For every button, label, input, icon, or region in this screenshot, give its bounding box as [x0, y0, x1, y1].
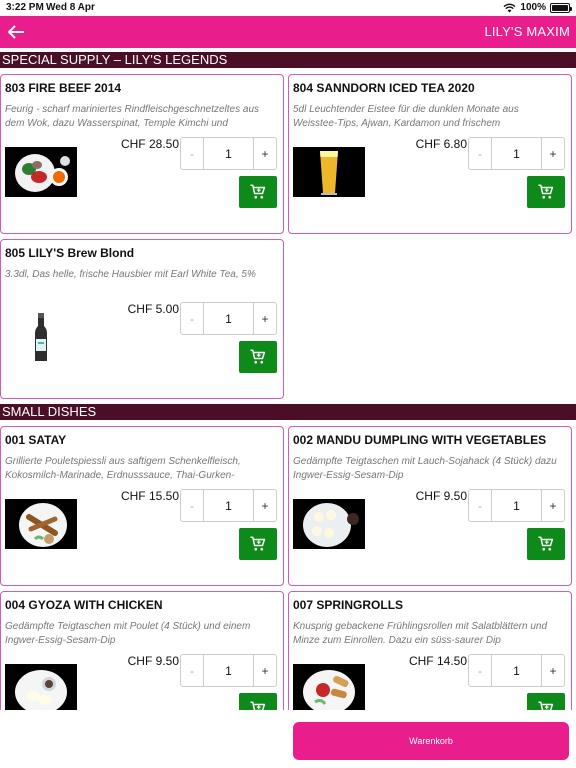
quantity-stepper: - 1 +: [180, 302, 277, 335]
status-bar: 3:22 PM Wed 8 Apr 100%: [0, 0, 576, 16]
cart-icon: [250, 536, 266, 551]
quantity-stepper: - 1 +: [468, 654, 565, 687]
quantity-field[interactable]: 1: [491, 655, 542, 686]
decrement-button[interactable]: -: [181, 303, 203, 334]
wifi-icon: [503, 3, 516, 12]
product-image-gyoza[interactable]: [5, 664, 77, 710]
product-price: CHF 9.50: [415, 489, 467, 503]
product-image-beer-bottle[interactable]: [5, 312, 77, 362]
decrement-button[interactable]: -: [469, 138, 491, 169]
quantity-stepper: - 1 +: [180, 489, 277, 522]
cart-icon: [538, 184, 554, 199]
status-right: 100%: [503, 2, 572, 13]
product-description: Gedämpfte Teigtaschen mit Poulet (4 Stüc…: [5, 621, 251, 646]
cart-icon: [250, 701, 266, 710]
quantity-stepper: - 1 +: [180, 137, 277, 170]
product-description: 3.3dl, Das helle, frische Hausbier mit E…: [5, 269, 256, 280]
decrement-button[interactable]: -: [181, 490, 203, 521]
quantity-field[interactable]: 1: [203, 303, 254, 334]
product-name: 007 SPRINGROLLS: [293, 598, 404, 612]
product-price: CHF 5.00: [127, 302, 179, 316]
quantity-field[interactable]: 1: [491, 490, 542, 521]
add-to-cart-button[interactable]: [239, 693, 277, 710]
increment-button[interactable]: +: [254, 655, 276, 686]
product-description: 5dl Leuchtender Eistee für die dunklen M…: [293, 104, 519, 129]
increment-button[interactable]: +: [542, 655, 564, 686]
product-image-satay[interactable]: [5, 499, 77, 549]
increment-button[interactable]: +: [542, 138, 564, 169]
product-price: CHF 9.50: [127, 654, 179, 668]
add-to-cart-button[interactable]: [239, 341, 277, 373]
add-to-cart-button[interactable]: [527, 528, 565, 560]
product-description: Gedämpfte Teigtaschen mit Lauch-Sojahack…: [293, 456, 557, 481]
decrement-button[interactable]: -: [181, 655, 203, 686]
battery-percent: 100%: [520, 2, 546, 13]
quantity-stepper: - 1 +: [180, 654, 277, 687]
product-image-springrolls[interactable]: [293, 664, 365, 710]
cart-icon: [538, 536, 554, 551]
basket-button[interactable]: Warenkorb: [293, 722, 569, 760]
product-card-gyoza-chicken[interactable]: 004 GYOZA WITH CHICKEN Gedämpfte Teigtas…: [0, 591, 284, 710]
add-to-cart-button[interactable]: [527, 693, 565, 710]
increment-button[interactable]: +: [254, 303, 276, 334]
increment-button[interactable]: +: [542, 490, 564, 521]
product-card-mandu-dumpling[interactable]: 002 MANDU DUMPLING WITH VEGETABLES Gedäm…: [288, 426, 572, 586]
arrow-left-icon[interactable]: [4, 20, 28, 44]
add-to-cart-button[interactable]: [527, 176, 565, 208]
quantity-stepper: - 1 +: [468, 489, 565, 522]
product-name: 803 FIRE BEEF 2014: [5, 81, 122, 95]
product-description: Grillierte Pouletspiessli aus saftigem S…: [5, 456, 241, 481]
product-price: CHF 6.80: [415, 137, 467, 151]
battery-icon: [550, 2, 572, 13]
quantity-field[interactable]: 1: [203, 490, 254, 521]
add-to-cart-button[interactable]: [239, 528, 277, 560]
cart-icon: [250, 349, 266, 364]
section-header-special: SPECIAL SUPPLY – LILY'S LEGENDS: [0, 52, 576, 68]
app-bar: LILY'S MAXIM: [0, 16, 576, 48]
product-image-mandu[interactable]: [293, 499, 365, 549]
decrement-button[interactable]: -: [469, 490, 491, 521]
increment-button[interactable]: +: [254, 138, 276, 169]
section-header-small-dishes: SMALL DISHES: [0, 404, 576, 420]
menu-list[interactable]: SPECIAL SUPPLY – LILY'S LEGENDS 803 FIRE…: [0, 52, 576, 710]
product-name: 805 LILY'S Brew Blond: [5, 246, 135, 260]
status-time: 3:22 PM: [6, 2, 44, 13]
product-description: Knusprig gebackene Frühlingsrollen mit S…: [293, 621, 548, 646]
product-name: 001 SATAY: [5, 433, 67, 447]
app-title: LILY'S MAXIM: [484, 24, 570, 39]
bottom-bar: Warenkorb: [0, 710, 576, 768]
product-name: 804 SANNDORN ICED TEA 2020: [293, 81, 475, 95]
quantity-field[interactable]: 1: [491, 138, 542, 169]
product-image-fire-beef[interactable]: [5, 147, 77, 197]
product-card-satay[interactable]: 001 SATAY Grillierte Pouletspiessli aus …: [0, 426, 284, 586]
product-image-iced-tea[interactable]: [293, 147, 365, 197]
product-description: Feurig - scharf mariniertes Rindfleischg…: [5, 104, 259, 129]
product-price: CHF 14.50: [408, 654, 467, 668]
product-card-brew-blond[interactable]: 805 LILY'S Brew Blond 3.3dl, Das helle, …: [0, 239, 284, 399]
product-card-fire-beef[interactable]: 803 FIRE BEEF 2014 Feurig - scharf marin…: [0, 74, 284, 234]
decrement-button[interactable]: -: [181, 138, 203, 169]
product-price: CHF 28.50: [120, 137, 179, 151]
status-date: Wed 8 Apr: [46, 2, 95, 13]
cart-icon: [538, 701, 554, 710]
quantity-stepper: - 1 +: [468, 137, 565, 170]
product-card-sanndorn-iced-tea[interactable]: 804 SANNDORN ICED TEA 2020 5dl Leuchtend…: [288, 74, 572, 234]
decrement-button[interactable]: -: [469, 655, 491, 686]
increment-button[interactable]: +: [254, 490, 276, 521]
product-name: 002 MANDU DUMPLING WITH VEGETABLES: [293, 433, 547, 447]
cart-icon: [250, 184, 266, 199]
quantity-field[interactable]: 1: [203, 138, 254, 169]
product-card-springrolls[interactable]: 007 SPRINGROLLS Knusprig gebackene Frühl…: [288, 591, 572, 710]
add-to-cart-button[interactable]: [239, 176, 277, 208]
quantity-field[interactable]: 1: [203, 655, 254, 686]
product-price: CHF 15.50: [120, 489, 179, 503]
product-name: 004 GYOZA WITH CHICKEN: [5, 598, 163, 612]
